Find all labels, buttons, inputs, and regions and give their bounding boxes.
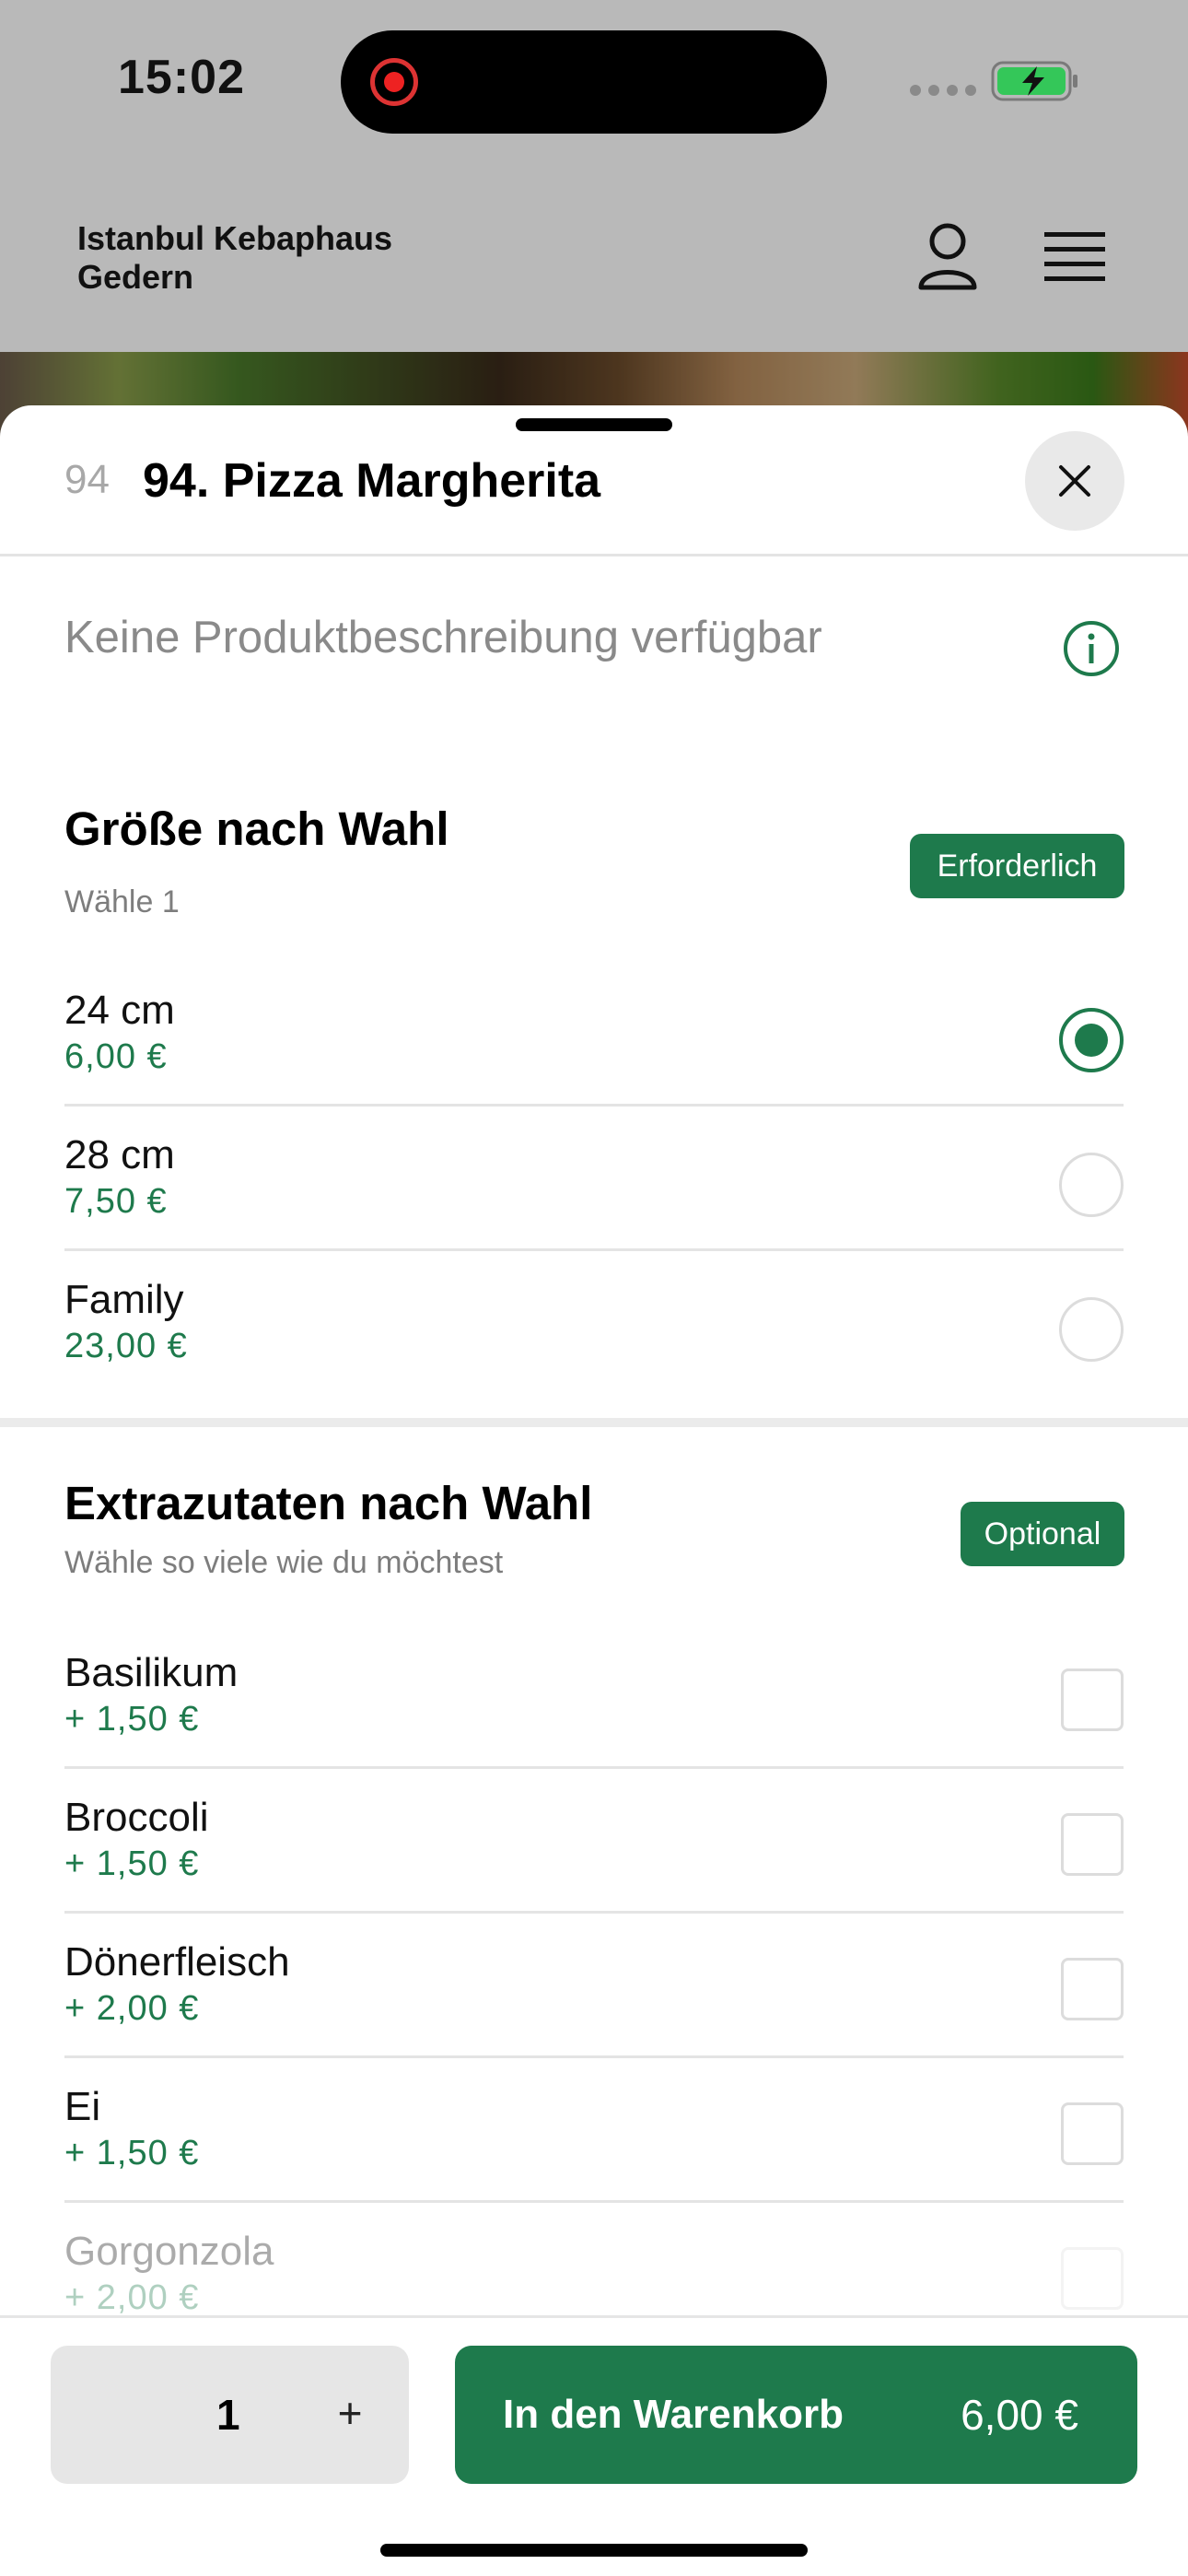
size-option-price: 23,00 € (64, 1327, 188, 1365)
item-title: 94. Pizza Margherita (143, 454, 601, 508)
extra-checkbox[interactable] (1061, 1813, 1124, 1876)
optional-badge: Optional (961, 1502, 1124, 1566)
size-group-subtitle: Wähle 1 (64, 884, 180, 919)
extra-option-price: + 2,00 € (64, 2278, 200, 2317)
extra-option-name: Broccoli (64, 1795, 209, 1840)
hamburger-menu-icon[interactable] (1044, 230, 1105, 284)
extra-checkbox[interactable] (1061, 1669, 1124, 1731)
size-option-name: Family (64, 1277, 184, 1322)
restaurant-name-line1: Istanbul Kebaphaus (77, 219, 393, 257)
size-option-name: 24 cm (64, 988, 175, 1033)
cellular-signal-icon (910, 85, 976, 96)
size-option-row[interactable]: 28 cm 7,50 € (64, 1107, 1124, 1251)
quantity-stepper: 1 + (51, 2346, 409, 2484)
size-option-price: 7,50 € (64, 1182, 168, 1221)
size-group-title: Größe nach Wahl (64, 802, 449, 855)
extra-option-price: + 1,50 € (64, 1700, 200, 1739)
extra-option-row[interactable]: Basilikum + 1,50 € (64, 1624, 1124, 1769)
size-option-row[interactable]: 24 cm 6,00 € (64, 962, 1124, 1107)
size-radio[interactable] (1059, 1297, 1124, 1362)
extra-checkbox[interactable] (1061, 1958, 1124, 2020)
extra-checkbox[interactable] (1061, 2102, 1124, 2165)
info-icon[interactable] (1062, 619, 1121, 678)
add-to-cart-button[interactable]: In den Warenkorb 6,00 € (455, 2346, 1137, 2484)
extras-group-title: Extrazutaten nach Wahl (64, 1477, 593, 1529)
product-sheet: 94 94. Pizza Margherita Keine Produktbes… (0, 405, 1188, 2576)
status-bar: 15:02 (0, 0, 1188, 166)
extra-option-row[interactable]: Ei + 1,50 € (64, 2058, 1124, 2203)
bottom-action-bar: 1 + In den Warenkorb 6,00 € (0, 2315, 1188, 2576)
recording-icon (370, 58, 418, 106)
extras-group-subtitle: Wähle so viele wie du möchtest (64, 1545, 504, 1580)
size-radio-selected[interactable] (1059, 1008, 1124, 1072)
user-account-icon[interactable] (915, 221, 980, 291)
battery-charging-icon (991, 61, 1077, 101)
extra-option-row[interactable]: Dönerfleisch + 2,00 € (64, 1914, 1124, 2058)
restaurant-name-line2: Gedern (77, 258, 194, 296)
extra-checkbox[interactable] (1061, 2247, 1124, 2310)
extra-option-name: Basilikum (64, 1650, 239, 1695)
quantity-value: 1 (216, 2391, 240, 2439)
add-to-cart-label: In den Warenkorb (503, 2392, 844, 2437)
dynamic-island (341, 30, 827, 134)
extra-option-price: + 2,00 € (64, 1989, 200, 2028)
size-option-price: 6,00 € (64, 1037, 168, 1076)
extra-option-price: + 1,50 € (64, 2134, 200, 2172)
status-time: 15:02 (118, 51, 245, 104)
cart-total-price: 6,00 € (961, 2391, 1078, 2439)
extra-option-price: + 1,50 € (64, 1844, 200, 1883)
required-badge: Erforderlich (910, 834, 1124, 898)
close-button[interactable] (1025, 431, 1124, 531)
extra-option-name: Ei (64, 2084, 101, 2129)
section-divider (0, 1418, 1188, 1427)
size-radio[interactable] (1059, 1153, 1124, 1217)
app-header: Istanbul Kebaphaus Gedern (0, 166, 1188, 350)
item-number: 94 (64, 457, 110, 502)
sheet-header: 94 94. Pizza Margherita (0, 405, 1188, 556)
extra-option-name: Dönerfleisch (64, 1939, 290, 1985)
quantity-plus-button[interactable]: + (327, 2388, 373, 2438)
extra-option-name: Gorgonzola (64, 2229, 274, 2274)
product-description: Keine Produktbeschreibung verfügbar (64, 613, 822, 662)
home-indicator[interactable] (380, 2544, 808, 2557)
close-icon (1059, 465, 1090, 497)
extra-option-row[interactable]: Broccoli + 1,50 € (64, 1769, 1124, 1914)
restaurant-name[interactable]: Istanbul Kebaphaus Gedern (77, 219, 464, 297)
size-option-name: 28 cm (64, 1132, 175, 1177)
size-option-row[interactable]: Family 23,00 € (64, 1251, 1124, 1396)
